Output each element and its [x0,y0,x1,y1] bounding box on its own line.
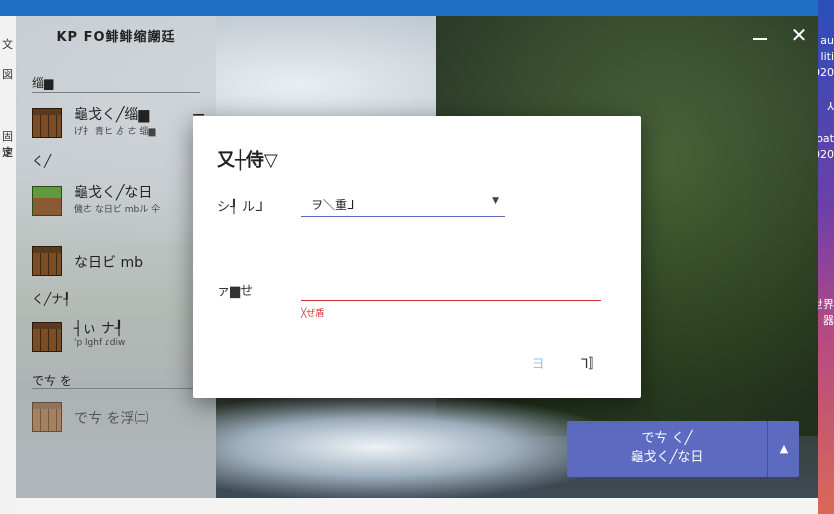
close-button[interactable]: ✕ [788,24,810,46]
section-heading: でㄘ を [32,374,72,388]
play-label: でㄘ く╱ 龜戈く╱な日 [567,429,767,467]
desktop-left-text: 文 [2,38,13,51]
section-divider [32,92,200,93]
profile-name: 龜戈く╱缁▆ [74,107,150,123]
desktop-right-text: oat [816,132,834,145]
desktop-right-text: liti [820,50,834,63]
profile-subtitle: げ扌 青ヒ ゟ ㄜ 缁▆ [74,127,156,137]
play-button[interactable]: でㄘ く╱ 龜戈く╱な日 ▲ [567,421,799,477]
section-divider [32,388,200,389]
profile-name: な日ビ mb [74,255,143,271]
name-input[interactable] [301,274,601,301]
add-instance-item[interactable]: でㄘ を浮㈡ [32,396,202,440]
minimize-button[interactable] [750,24,772,46]
desktop-right-strip: au liti 020 ⅄ oat 020 世界 器 [812,0,834,514]
play-options-arrow-icon[interactable]: ▲ [769,421,799,477]
ok-button[interactable]: ᒣ〛 [571,354,611,376]
section-heading: く╱ [32,154,52,168]
section-heading: く╱ナ┦ [32,292,71,306]
desktop-left-strip: 文 図 固定 速 [0,16,16,514]
profile-item[interactable]: 龜戈く╱缁▆ げ扌 青ヒ ゟ ㄜ 缁▆ ☰ [32,102,205,146]
minimize-icon [753,38,767,40]
app-title: KP FO鲱鲱缩謿廷 [56,30,176,45]
crafting-table-icon [32,246,62,276]
sidebar: KP FO鲱鲱缩謿廷 缁▆ 龜戈く╱缁▆ げ扌 青ヒ ゟ ㄜ 缁▆ ☰ く╱ 龜… [16,16,216,498]
error-message: ╳ぜ盾 [301,309,325,319]
desktop-taskbar-strip [0,0,834,16]
play-label-line2: 龜戈く╱な日 [630,450,704,465]
desktop-left-text: 図 [2,68,13,81]
desktop-right-text: 器 [823,314,834,327]
cancel-button[interactable]: ヨ [523,354,553,376]
desktop-left-text: 速 [2,146,13,159]
profile-item[interactable]: 龜戈く╱な日 僟ㄜ な日ビ mbル 仐 [32,180,202,224]
profile-item[interactable]: ┤ぃ ナ┦ 'p lghf ɾdiw ☰ [32,316,205,360]
profile-subtitle: 僟ㄜ な日ビ mbル 仐 [74,205,161,215]
dialog: 又┼侍▽ シ┦ ルᒧ ヲ＼重ᒧ ▼ ァ▆せ ╳ぜ盾 ヨ ᒣ〛 [193,116,641,398]
desktop-right-text: ⅄ [827,100,834,113]
desktop-bottom-strip [16,498,818,514]
play-label-line1: でㄘ く╱ [641,431,693,446]
add-instance-label: でㄘ を浮㈡ [74,411,149,427]
select-value: ヲ＼重ᒧ [311,198,355,212]
profile-subtitle: 'p lghf ɾdiw [74,338,126,348]
background-water [216,396,616,498]
grass-block-icon [32,186,62,216]
close-icon: ✕ [790,23,808,47]
crafting-table-icon [32,402,62,432]
crafting-table-icon [32,108,62,138]
section-heading: 缁▆ [32,76,54,90]
profile-name: 龜戈く╱な日 [74,185,153,201]
field-label: ァ▆せ [217,284,253,299]
version-select[interactable]: ヲ＼重ᒧ ▼ [301,194,505,217]
profile-item[interactable]: な日ビ mb [32,240,202,284]
crafting-table-icon [32,322,62,352]
field-label: シ┦ ルᒧ [217,200,263,215]
dialog-title: 又┼侍▽ [217,150,278,171]
profile-name: ┤ぃ ナ┦ [74,321,124,337]
chevron-down-icon: ▼ [492,196,499,206]
desktop-right-text: au [820,34,834,47]
play-divider [767,421,768,477]
